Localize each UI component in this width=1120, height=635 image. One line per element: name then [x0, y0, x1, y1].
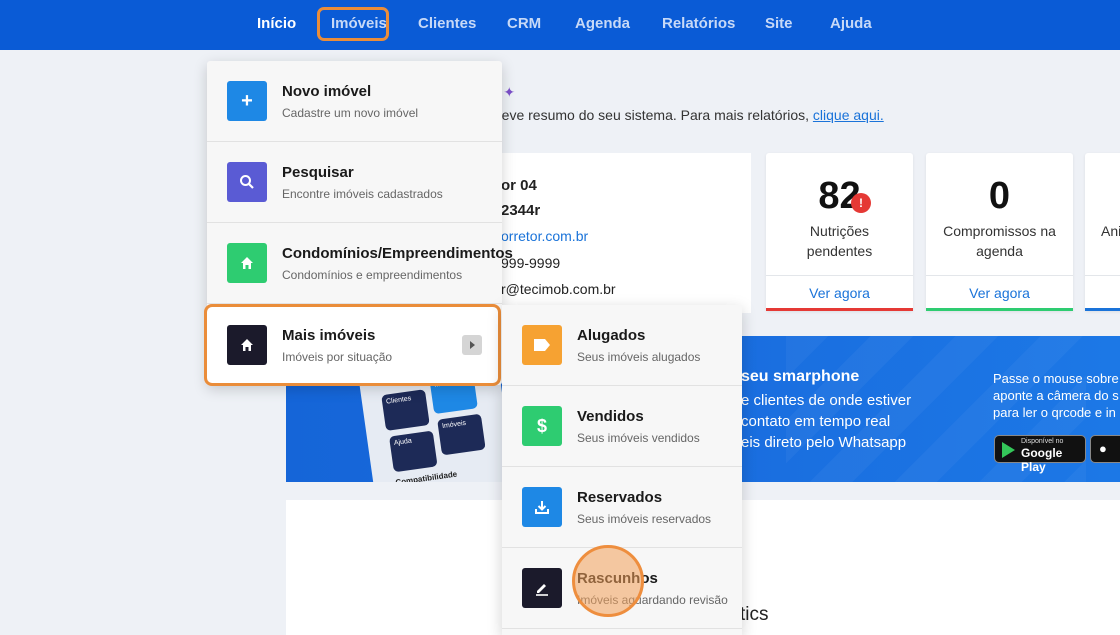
home-icon	[227, 243, 267, 283]
profile-email: r@tecimob.com.br	[501, 281, 616, 297]
stat-card-aniversarios: Ani	[1085, 153, 1120, 311]
analytics-title: tics	[740, 604, 769, 625]
menu-item-pesquisar[interactable]: Pesquisar Encontre imóveis cadastrados	[207, 142, 502, 223]
profile-site[interactable]: orretor.com.br	[501, 228, 588, 244]
stat-accent-bar	[766, 308, 913, 311]
banner-line: eis direto pelo Whatsapp	[741, 434, 907, 451]
dollar-icon: $	[522, 406, 562, 446]
google-play-button[interactable]: Disponível no Google Play	[994, 435, 1086, 474]
banner-line: contato em tempo real	[741, 413, 891, 430]
phone-tile: Ajuda	[389, 430, 438, 473]
nav-clientes[interactable]: Clientes	[418, 0, 476, 50]
stat-accent-bar	[1085, 308, 1120, 311]
stat-action-link[interactable]: Ver agora	[766, 275, 913, 311]
menu-item-condominios[interactable]: Condomínios/Empreendimentos Condomínios …	[207, 223, 513, 304]
download-icon	[522, 487, 562, 527]
nav-crm[interactable]: CRM	[507, 0, 541, 50]
edit-icon	[522, 568, 562, 608]
menu-item-novo-imovel[interactable]: + Novo imóvel Cadastre um novo imóvel	[207, 61, 502, 142]
reports-link[interactable]: clique aqui.	[813, 107, 884, 123]
nav-inicio[interactable]: Início	[257, 0, 296, 50]
phone-footer: Compatibilidade	[394, 469, 458, 482]
stat-action-link[interactable]: Ver agora	[926, 275, 1073, 311]
banner-right-line: para ler o qrcode e in	[993, 405, 1116, 420]
nav-ajuda[interactable]: Ajuda	[830, 0, 872, 50]
stat-label: Compromissos na agenda	[943, 223, 1056, 259]
submenu-item-reservados[interactable]: Reservados Seus imóveis reservados	[502, 467, 742, 548]
chevron-right-icon	[462, 335, 482, 355]
stat-card-nutricoes: 82 ! Nutrições pendentes Ver agora	[766, 153, 913, 311]
stat-label: Ani	[1101, 223, 1120, 239]
warning-icon: !	[851, 193, 871, 213]
profile-name: or 04	[501, 177, 537, 194]
dashboard-subtitle: reve resumo do seu sistema. Para mais re…	[497, 107, 884, 123]
party-icon: ✦	[503, 84, 516, 100]
stat-accent-bar	[926, 308, 1073, 311]
menu-item-mais-imoveis[interactable]: Mais imóveis Imóveis por situação	[204, 304, 501, 386]
stat-value: 0	[988, 175, 1011, 217]
stat-action-link[interactable]	[1085, 275, 1120, 311]
imoveis-highlight	[317, 7, 389, 41]
tag-icon	[522, 325, 562, 365]
app-store-button[interactable]: ●	[1090, 435, 1120, 463]
banner-right-line: aponte a câmera do s	[993, 388, 1119, 403]
top-navbar: Início Imóveis Clientes CRM Agenda Relat…	[0, 0, 1120, 50]
banner-right-line: Passe o mouse sobre	[993, 371, 1119, 386]
google-play-icon	[1002, 442, 1015, 458]
apple-icon: ●	[1099, 441, 1107, 456]
banner-title: seu smarphone	[741, 368, 860, 385]
submenu-item-vendidos[interactable]: $ Vendidos Seus imóveis vendidos	[502, 386, 742, 467]
stat-value: 82	[818, 175, 861, 217]
banner-line: e clientes de onde estiver	[741, 392, 912, 409]
nav-agenda[interactable]: Agenda	[575, 0, 630, 50]
phone-tile: Clientes	[381, 389, 430, 431]
nav-site[interactable]: Site	[765, 0, 793, 50]
click-indicator	[572, 545, 644, 617]
nav-relatorios[interactable]: Relatórios	[662, 0, 735, 50]
stat-label: Nutrições pendentes	[806, 223, 873, 259]
search-icon	[227, 162, 267, 202]
stat-card-compromissos: 0 Compromissos na agenda Ver agora	[926, 153, 1073, 311]
profile-creci: 2344r	[501, 202, 541, 219]
phone-tile: Imóveis	[437, 413, 486, 456]
plus-icon: +	[227, 81, 267, 121]
submenu-item-alugados[interactable]: Alugados Seus imóveis alugados	[502, 305, 742, 386]
home-icon	[227, 325, 267, 365]
